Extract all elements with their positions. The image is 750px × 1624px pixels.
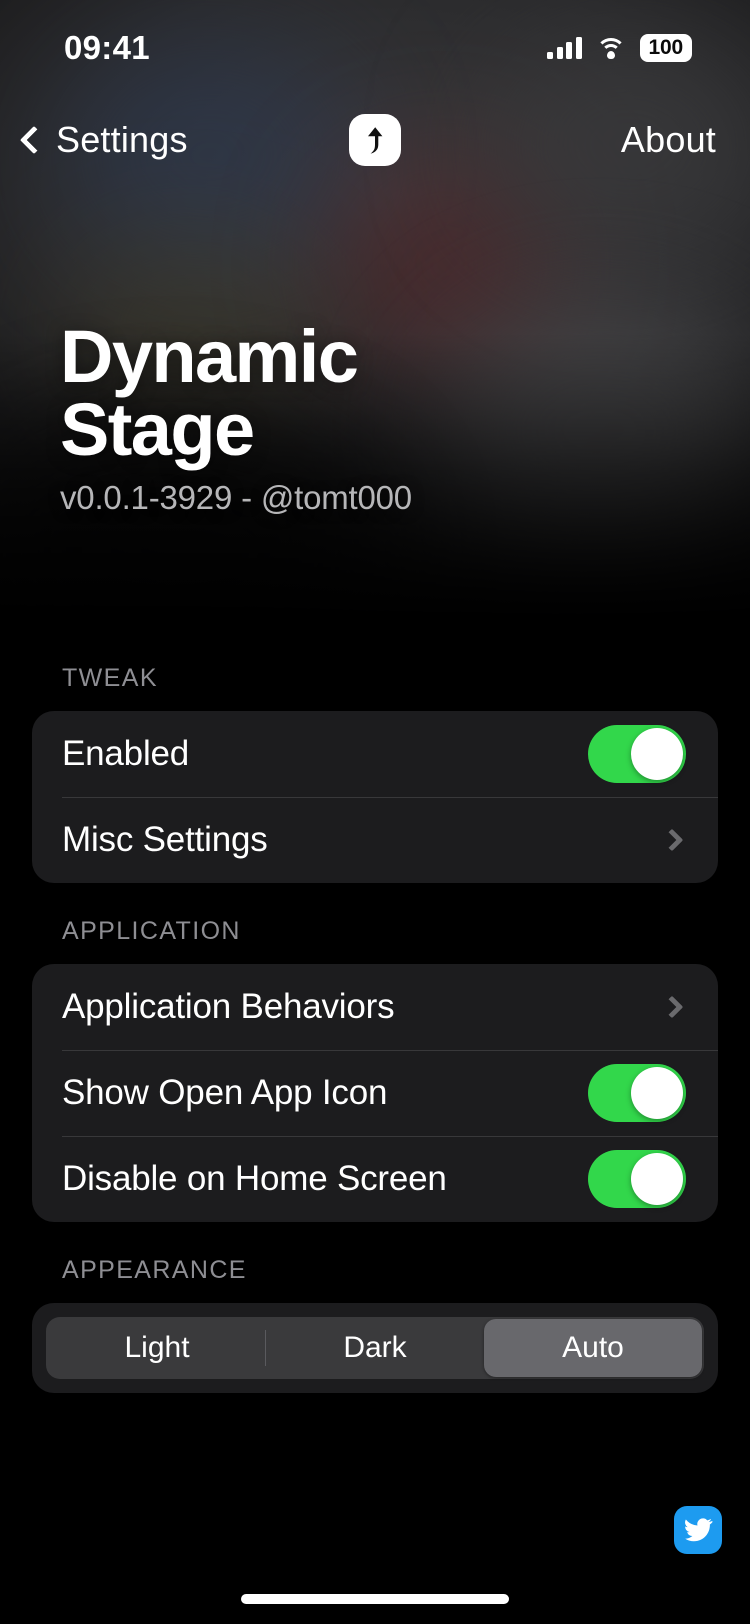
section-header-appearance: APPEARANCE	[62, 1256, 247, 1284]
segment-light[interactable]: Light	[48, 1319, 266, 1377]
segment-dark[interactable]: Dark	[266, 1319, 484, 1377]
settings-list: TWEAK Enabled Misc Settings APPLICATION …	[0, 640, 750, 1403]
row-label-application-behaviors: Application Behaviors	[62, 987, 395, 1026]
section-appearance: APPEARANCE Light Dark Auto	[0, 1232, 750, 1393]
row-application-behaviors[interactable]: Application Behaviors	[32, 964, 718, 1050]
status-bar-time: 09:41	[64, 29, 150, 66]
row-show-open-app-icon[interactable]: Show Open App Icon	[32, 1050, 718, 1136]
cellular-signal-icon	[547, 37, 582, 59]
toggle-disable-on-home-screen[interactable]	[588, 1150, 686, 1208]
card-appearance: Light Dark Auto	[32, 1303, 718, 1393]
row-enabled[interactable]: Enabled	[32, 711, 718, 797]
dynamic-stage-logo-icon	[349, 114, 401, 166]
row-label-disable-on-home-screen: Disable on Home Screen	[62, 1159, 447, 1198]
row-label-enabled: Enabled	[62, 734, 190, 773]
chevron-left-icon	[19, 125, 49, 155]
toggle-enabled[interactable]	[588, 725, 686, 783]
battery-indicator: 100	[639, 34, 692, 62]
status-bar: 09:41 100	[0, 0, 750, 96]
chevron-right-icon	[660, 828, 684, 852]
row-misc-settings[interactable]: Misc Settings	[32, 797, 718, 883]
twitter-bird-icon[interactable]	[674, 1506, 722, 1554]
section-header-application: APPLICATION	[62, 917, 241, 945]
section-tweak: TWEAK Enabled Misc Settings	[0, 640, 750, 883]
section-header-tweak: TWEAK	[62, 664, 158, 692]
row-label-misc-settings: Misc Settings	[62, 820, 268, 859]
navigation-bar: Settings About	[0, 105, 750, 175]
row-disable-on-home-screen[interactable]: Disable on Home Screen	[32, 1136, 718, 1222]
iphone-screen: 09:41 100 Settings About Dynamic Stage v…	[0, 0, 750, 1624]
wifi-icon	[595, 37, 626, 59]
page-title: Dynamic Stage	[60, 315, 359, 472]
hero-header: Dynamic Stage v0.0.1-3929 - @tomt000	[60, 320, 620, 517]
card-application: Application Behaviors Show Open App Icon…	[32, 964, 718, 1222]
about-button[interactable]: About	[621, 119, 716, 161]
back-button[interactable]: Settings	[14, 119, 188, 161]
version-author-subtitle: v0.0.1-3929 - @tomt000	[60, 478, 412, 516]
home-indicator	[241, 1594, 509, 1604]
card-tweak: Enabled Misc Settings	[32, 711, 718, 883]
appearance-segmented-control[interactable]: Light Dark Auto	[46, 1317, 704, 1379]
row-label-show-open-app-icon: Show Open App Icon	[62, 1073, 388, 1112]
back-button-label: Settings	[56, 119, 188, 160]
chevron-right-icon	[660, 995, 684, 1019]
section-application: APPLICATION Application Behaviors Show O…	[0, 893, 750, 1222]
toggle-show-open-app-icon[interactable]	[588, 1064, 686, 1122]
segment-auto[interactable]: Auto	[484, 1319, 702, 1377]
